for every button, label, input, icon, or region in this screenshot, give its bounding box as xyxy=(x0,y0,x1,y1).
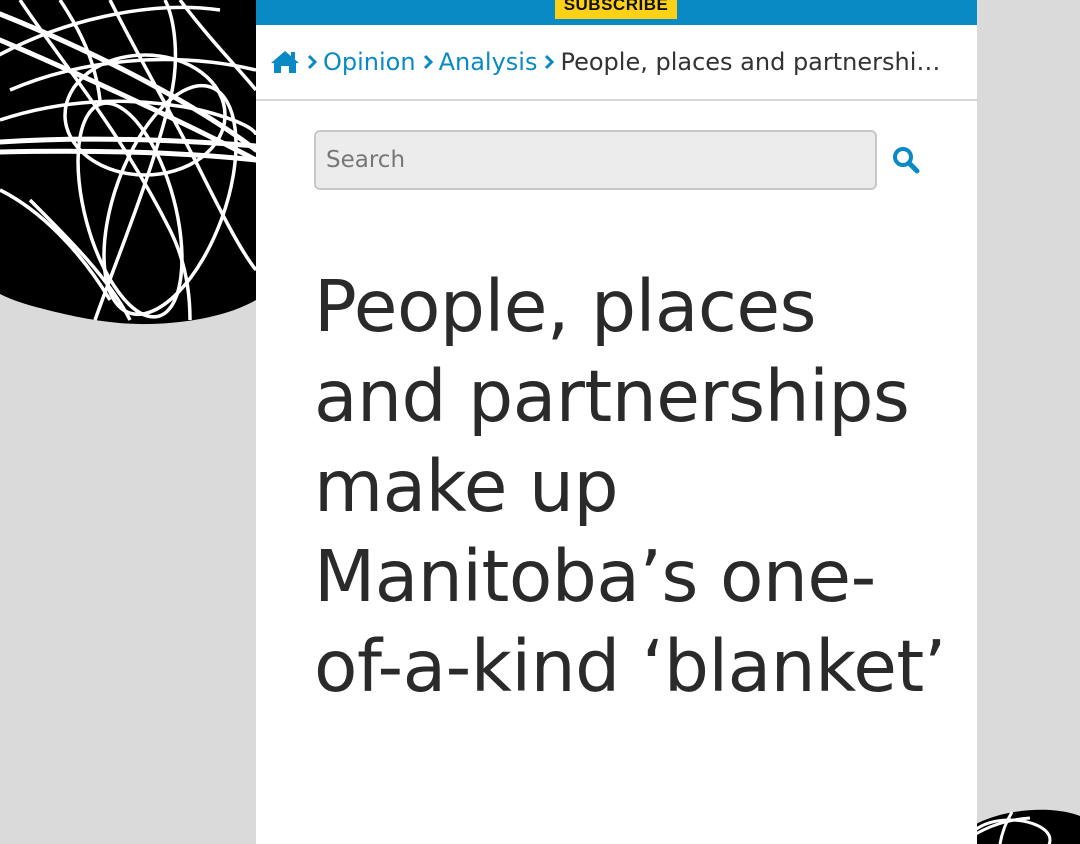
chevron-right-icon xyxy=(544,54,555,70)
search-button[interactable] xyxy=(888,142,924,178)
breadcrumb-current: People, places and partnershi… xyxy=(560,48,941,76)
search-icon xyxy=(893,147,920,174)
breadcrumb-opinion[interactable]: Opinion xyxy=(323,48,416,76)
content-column: SUBSCRIBE Opinion Analysis People, place… xyxy=(256,0,977,844)
chevron-right-icon xyxy=(307,54,317,70)
top-bar: SUBSCRIBE xyxy=(256,0,977,25)
home-icon xyxy=(271,51,299,73)
page: SUBSCRIBE Opinion Analysis People, place… xyxy=(0,0,1080,844)
chevron-right-icon xyxy=(423,54,433,70)
breadcrumb: Opinion Analysis People, places and part… xyxy=(270,44,970,80)
breadcrumb-analysis[interactable]: Analysis xyxy=(439,48,538,76)
subscribe-button[interactable]: SUBSCRIBE xyxy=(555,0,677,19)
article-headline: People, places and partnerships make up … xyxy=(314,265,946,708)
scribble-graphic xyxy=(0,0,256,325)
header-divider xyxy=(256,99,977,101)
search-input[interactable] xyxy=(314,130,877,190)
breadcrumb-home[interactable] xyxy=(270,50,300,74)
